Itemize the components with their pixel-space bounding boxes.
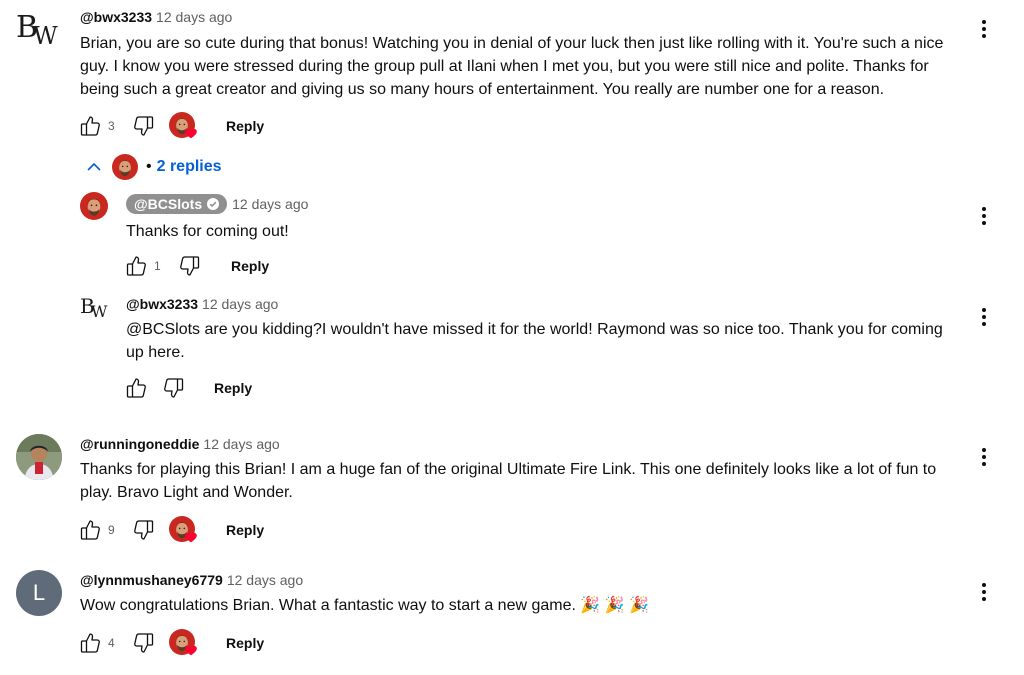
dislike-icon[interactable]: [178, 254, 202, 278]
reply-text: @BCSlots are you kidding?I wouldn't have…: [126, 318, 966, 364]
replies-toggle[interactable]: • 2 replies: [86, 154, 222, 180]
more-actions-button[interactable]: [982, 583, 988, 604]
comment-text: Brian, you are so cute during that bonus…: [80, 32, 960, 101]
reply-author: @BCSlots: [134, 196, 203, 212]
reply-time[interactable]: 12 days ago: [202, 296, 278, 312]
user-avatar[interactable]: L: [16, 570, 62, 616]
channel-owner-badge[interactable]: @BCSlots: [126, 194, 228, 214]
reply-text-line: Thanks for coming out!: [126, 223, 289, 240]
bw-avatar[interactable]: B W: [80, 294, 112, 322]
comment-text-line: Thanks for playing this Brian! I am a hu…: [80, 461, 937, 478]
more-actions-button[interactable]: [982, 448, 988, 469]
reply-text: Thanks for coming out!: [126, 220, 289, 243]
comment-text-line: guy. I know you were stressed during the…: [80, 58, 929, 75]
like-icon[interactable]: [78, 114, 102, 138]
creator-heart-badge: [169, 516, 199, 546]
reply-author[interactable]: @bwx3233: [126, 296, 198, 312]
comment-text: Wow congratulations Brian. What a fantas…: [80, 594, 960, 617]
comment-author[interactable]: @runningoneddie: [80, 436, 199, 452]
avatar-letter: L: [32, 580, 46, 605]
like-icon[interactable]: [124, 254, 148, 278]
verified-check-icon: [207, 198, 220, 210]
reply-text-line: @BCSlots are you kidding?I wouldn't have…: [126, 321, 943, 338]
reply-time[interactable]: 12 days ago: [232, 196, 308, 212]
reply-button[interactable]: Reply: [226, 635, 264, 651]
like-count: 1: [154, 259, 161, 273]
reply-button[interactable]: Reply: [214, 380, 252, 396]
replies-count-link[interactable]: 2 replies: [157, 158, 222, 176]
comment-author[interactable]: @lynnmushaney6779: [80, 572, 223, 588]
like-icon[interactable]: [78, 631, 102, 655]
comment-author[interactable]: @bwx3233: [80, 9, 152, 25]
comment-header: @runningoneddie 12 days ago: [80, 436, 280, 454]
reply-button[interactable]: Reply: [226, 118, 264, 134]
like-count: 9: [108, 523, 115, 537]
bw-avatar[interactable]: B W: [16, 10, 64, 50]
creator-avatar[interactable]: [80, 192, 108, 220]
reply-button[interactable]: Reply: [226, 522, 264, 538]
heart-icon: [184, 126, 198, 140]
reply-header: @BCSlots 12 days ago: [126, 194, 308, 214]
person-photo-icon: [16, 434, 62, 480]
heart-icon: [184, 643, 198, 657]
dislike-icon[interactable]: [132, 114, 156, 138]
creator-heart-badge: [169, 112, 199, 142]
bw-avatar-letter-w: W: [33, 22, 58, 50]
creator-avatar-icon: [112, 154, 138, 180]
comment-text-line: play. Bravo Light and Wonder.: [80, 484, 293, 501]
dislike-icon[interactable]: [132, 518, 156, 542]
comment-time[interactable]: 12 days ago: [203, 436, 279, 452]
more-actions-button[interactable]: [982, 20, 988, 41]
user-avatar[interactable]: [16, 434, 62, 480]
reply-button[interactable]: Reply: [231, 258, 269, 274]
chevron-up-icon: [87, 162, 101, 171]
dislike-icon[interactable]: [132, 631, 156, 655]
reply-header: @bwx3233 12 days ago: [126, 296, 278, 314]
comment-header: @bwx3233 12 days ago: [80, 9, 232, 27]
reply-text-line: up here.: [126, 344, 185, 361]
comment-time[interactable]: 12 days ago: [156, 9, 232, 25]
comment-time[interactable]: 12 days ago: [227, 572, 303, 588]
dislike-icon[interactable]: [162, 376, 186, 400]
heart-icon: [184, 530, 198, 544]
more-actions-button[interactable]: [982, 207, 988, 228]
comment-text-line: Wow congratulations Brian. What a fantas…: [80, 597, 650, 614]
creator-heart-badge: [169, 629, 199, 659]
comment-text-line: being such a great creator and giving us…: [80, 81, 885, 98]
comment-text-line: Brian, you are so cute during that bonus…: [80, 35, 944, 52]
comment-text: Thanks for playing this Brian! I am a hu…: [80, 458, 960, 504]
bullet-dot: •: [146, 158, 152, 175]
like-icon[interactable]: [78, 518, 102, 542]
more-actions-button[interactable]: [982, 308, 988, 329]
bw-avatar-letter-w: W: [91, 302, 108, 321]
like-count: 4: [108, 636, 115, 650]
comment-header: @lynnmushaney6779 12 days ago: [80, 572, 303, 590]
like-icon[interactable]: [124, 376, 148, 400]
like-count: 3: [108, 119, 115, 133]
